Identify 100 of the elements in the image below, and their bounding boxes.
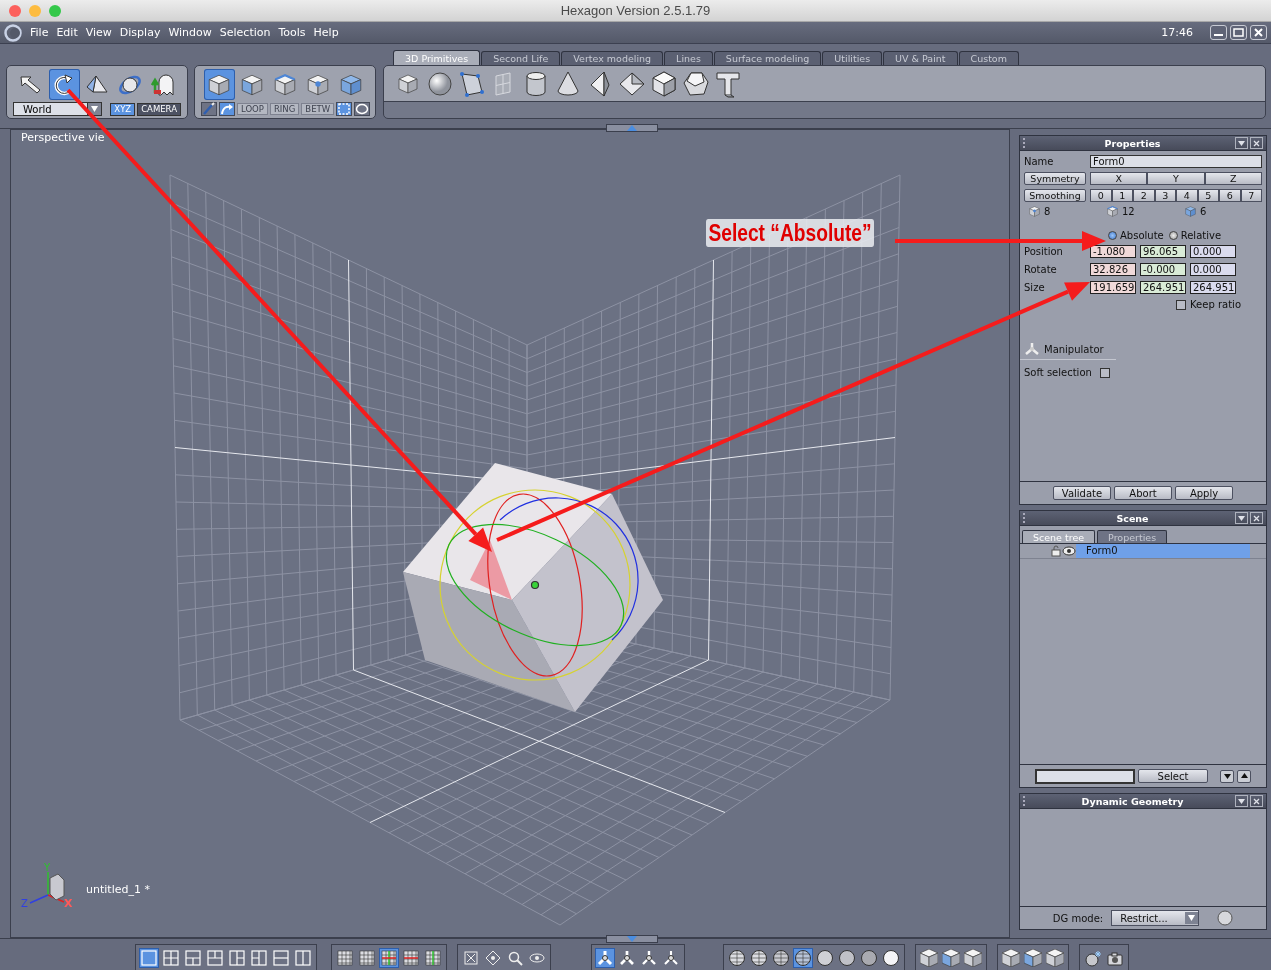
layout-button[interactable] [161,948,181,968]
layout-button[interactable] [271,948,291,968]
axis-button[interactable]: Z [1204,172,1262,185]
move-down-button[interactable] [1220,769,1234,783]
primitive-button[interactable] [426,70,454,98]
layout-button[interactable] [183,948,203,968]
shading-button[interactable] [815,948,835,968]
layout-button[interactable] [249,948,269,968]
radio-icon[interactable] [1168,231,1178,240]
radio-button[interactable]: Absolute [1108,230,1164,241]
menu-item[interactable]: View [81,26,116,39]
shading-button[interactable] [771,948,791,968]
close-button[interactable] [1250,25,1267,40]
mode-button[interactable]: CAMERA [137,102,181,116]
primitive-button[interactable] [618,70,646,98]
grid-button[interactable] [357,948,377,968]
smoothing-level-button[interactable]: 6 [1219,189,1241,202]
shape-button[interactable] [941,948,961,968]
smoothing-button[interactable]: Smoothing [1024,189,1086,202]
checkbox[interactable] [1099,367,1110,378]
checkbox[interactable] [1176,299,1187,310]
grid-button[interactable] [335,948,355,968]
menu-item[interactable]: Tools [274,26,310,39]
shape-button[interactable] [1023,948,1043,968]
shading-button[interactable] [793,948,813,968]
shading-button[interactable] [749,948,769,968]
tab[interactable]: Second Life [481,51,561,65]
axis-button[interactable]: X [1090,172,1148,185]
grid-button[interactable] [423,948,443,968]
shading-button[interactable] [881,948,901,968]
select-button[interactable]: Select [1138,769,1208,783]
layout-button[interactable] [139,948,159,968]
menu-item[interactable]: Selection [215,26,275,39]
navigation-button[interactable] [461,948,481,968]
value-field[interactable]: 191.659 [1090,281,1136,294]
selection-mode-button[interactable] [203,69,235,100]
primitive-button[interactable] [650,70,678,98]
shape-button[interactable] [919,948,939,968]
shape-button[interactable] [1045,948,1065,968]
layout-button[interactable] [227,948,247,968]
panel-close-button[interactable] [1250,512,1263,524]
manipulator-button[interactable] [595,948,615,968]
render-button[interactable] [1083,948,1103,968]
tool-button[interactable] [48,69,80,100]
name-field[interactable]: Form0 [1090,155,1262,168]
grid-button[interactable] [379,948,399,968]
value-field[interactable]: 96.065 [1140,245,1186,258]
paint-mode-button[interactable] [201,102,217,116]
smoothing-level-button[interactable]: 7 [1240,189,1262,202]
radio-button[interactable]: Relative [1168,230,1222,241]
panel-menu-button[interactable] [1235,512,1248,524]
mode-dropdown[interactable]: Restrict... [1111,910,1200,926]
primitive-button[interactable] [714,70,742,98]
grid-button[interactable] [401,948,421,968]
maximize-button[interactable] [1230,25,1247,40]
panel-menu-button[interactable] [1235,137,1248,149]
action-button[interactable]: Abort [1114,486,1172,500]
collapse-handle[interactable] [606,935,658,943]
primitive-button[interactable] [458,70,486,98]
menu-item[interactable]: Window [164,26,216,39]
menu-item[interactable]: Display [115,26,165,39]
smoothing-level-button[interactable]: 1 [1111,189,1133,202]
shape-button[interactable] [1001,948,1021,968]
space-dropdown[interactable]: World [13,102,102,116]
menu-item[interactable]: Edit [52,26,82,39]
search-field[interactable] [1035,768,1135,784]
sphere-button[interactable] [1217,910,1234,926]
primitive-button[interactable] [682,70,710,98]
value-field[interactable]: 264.951 [1140,281,1186,294]
smoothing-level-button[interactable]: 0 [1090,189,1112,202]
shading-button[interactable] [859,948,879,968]
shading-button[interactable] [727,948,747,968]
panel-close-button[interactable] [1250,137,1263,149]
symmetry-button[interactable]: Symmetry [1024,172,1086,185]
tab[interactable]: Utilities [822,51,883,65]
value-field[interactable]: -0.000 [1140,263,1186,276]
action-button[interactable]: Apply [1175,486,1233,500]
paint-mode-button[interactable] [219,102,235,116]
minimize-button[interactable] [1210,25,1227,40]
tab[interactable]: UV & Paint [883,51,958,65]
value-field[interactable]: 0.000 [1190,263,1236,276]
value-field[interactable]: 32.826 [1090,263,1136,276]
action-button[interactable]: Validate [1053,486,1111,500]
value-field[interactable]: -1.080 [1090,245,1136,258]
tab[interactable]: Surface modeling [713,51,822,65]
tab[interactable]: Vertex modeling [561,51,664,65]
radio-icon[interactable] [1108,231,1117,240]
layout-button[interactable] [205,948,225,968]
menu-item[interactable]: Help [309,26,343,39]
navigation-button[interactable] [483,948,503,968]
move-up-button[interactable] [1237,769,1251,783]
tab[interactable]: Custom [958,51,1019,65]
shading-button[interactable] [837,948,857,968]
tree-item[interactable]: Form0 [1076,544,1250,558]
marquee-mode-button[interactable] [354,102,371,116]
menu-item[interactable]: File [26,26,53,39]
collapse-handle[interactable] [606,124,658,132]
smoothing-level-button[interactable]: 5 [1197,189,1219,202]
axis-button[interactable]: Y [1147,172,1205,185]
panel-menu-button[interactable] [1235,795,1248,807]
